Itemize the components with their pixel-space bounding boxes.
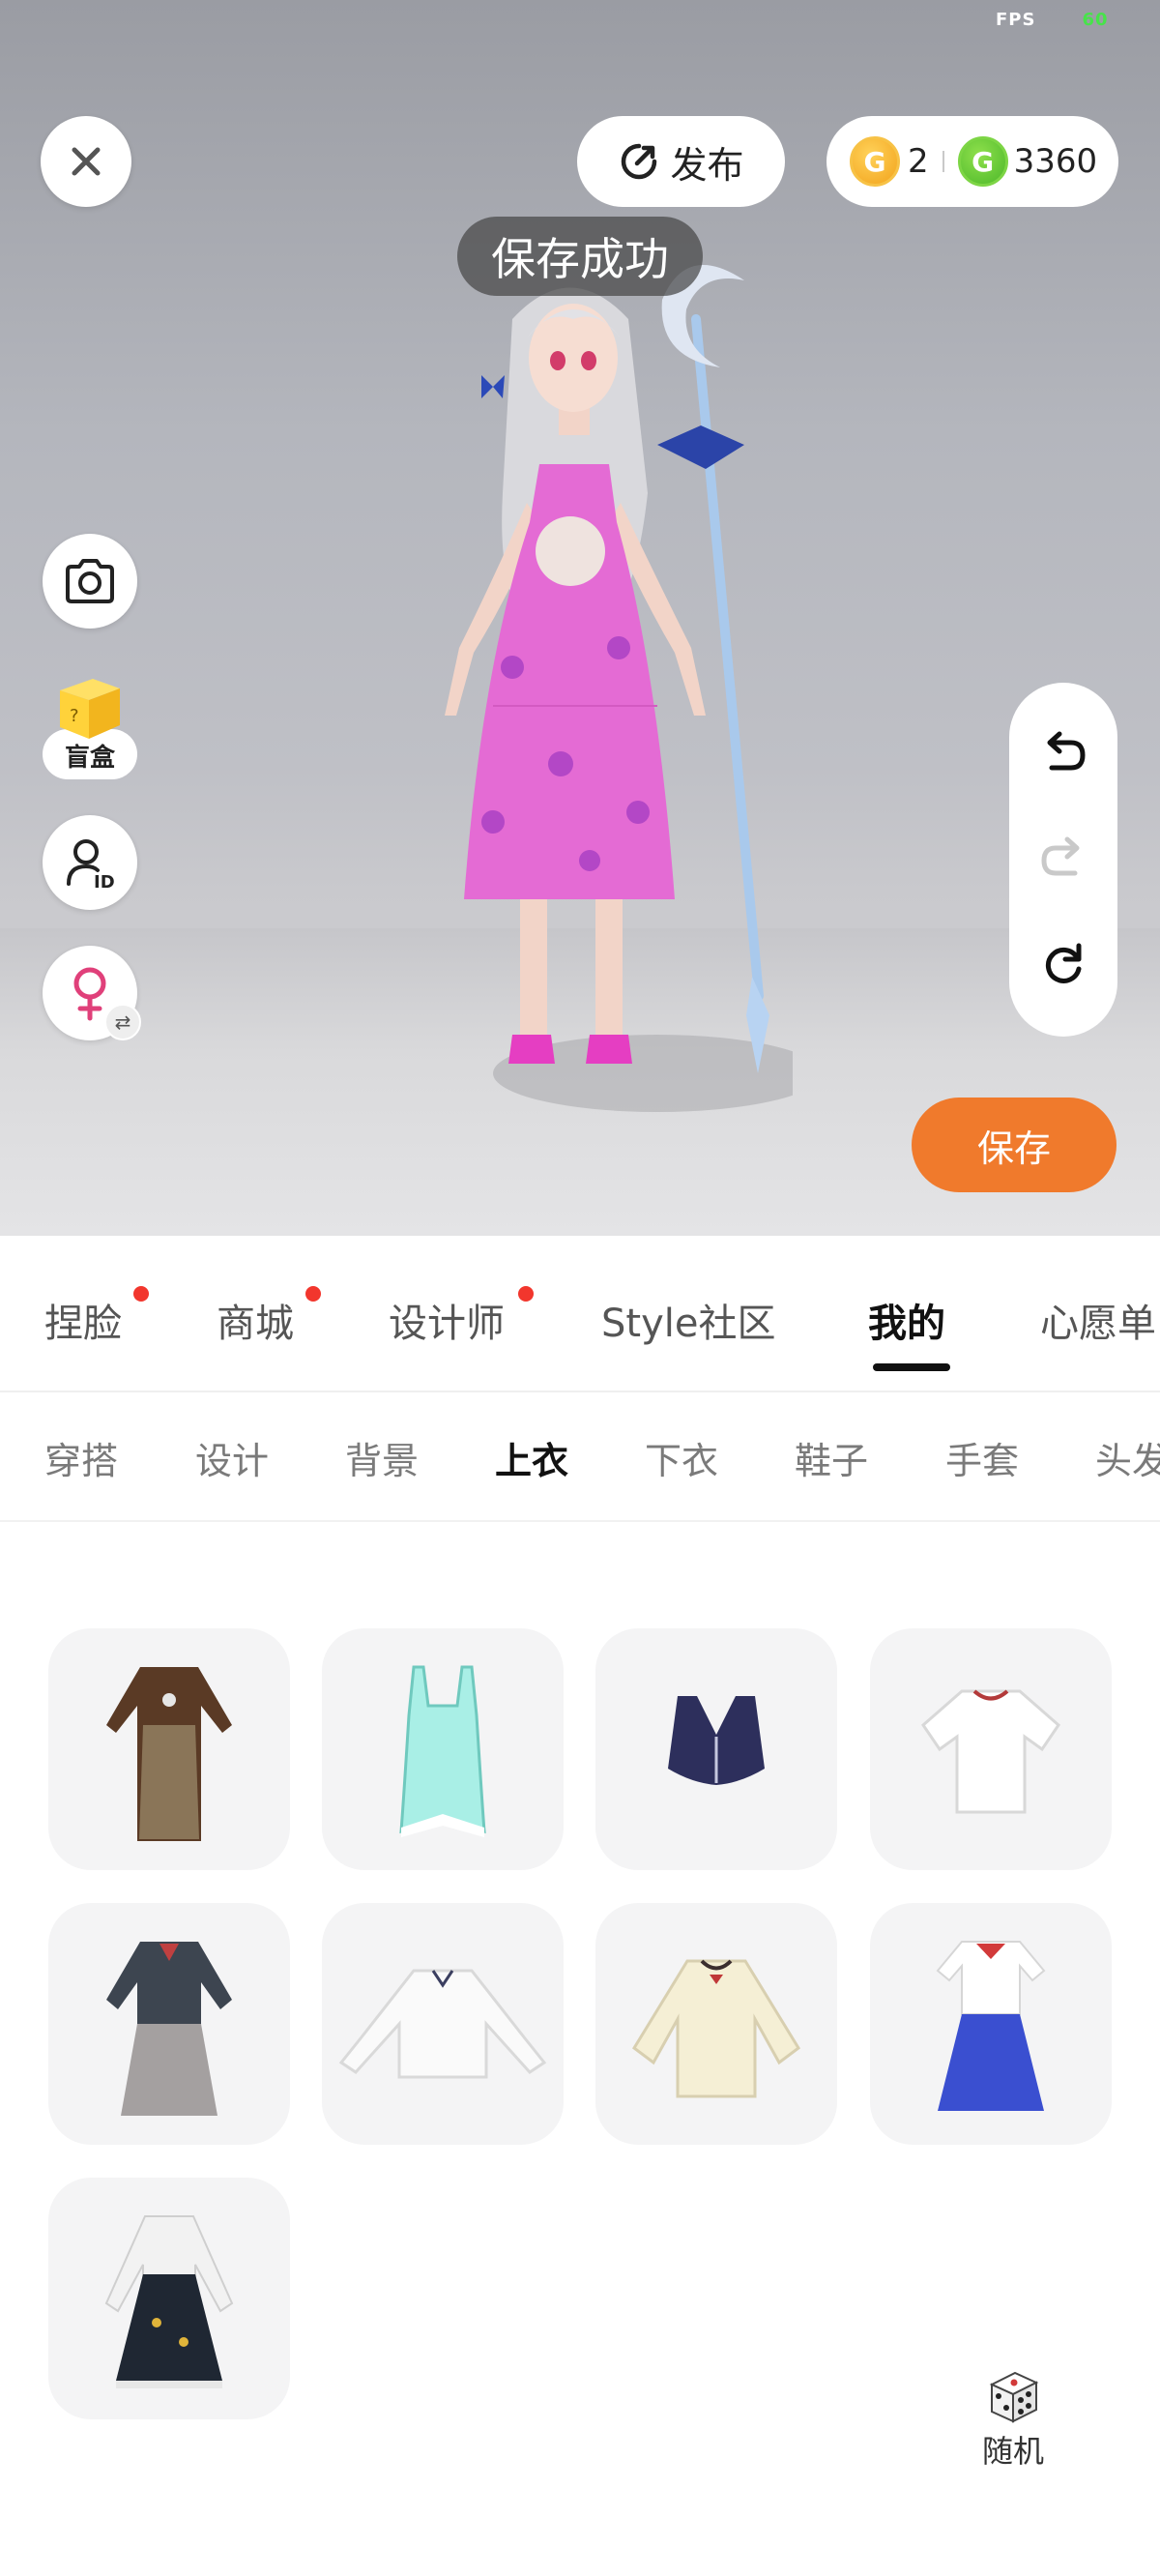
avatar-character[interactable] — [367, 261, 793, 1170]
close-button[interactable] — [41, 116, 131, 207]
currency-balance[interactable]: G 2 G 3360 — [826, 116, 1118, 207]
swap-icon: ⇄ — [104, 1004, 141, 1040]
user-id-icon: ID — [67, 839, 115, 890]
avatar-face — [529, 304, 618, 412]
save-success-toast: 保存成功 — [457, 217, 703, 296]
random-button[interactable]: 随机 — [967, 2367, 1059, 2474]
currency-divider — [942, 151, 944, 172]
clothing-item[interactable] — [48, 1903, 290, 2145]
gold-amount: 2 — [908, 142, 929, 181]
category-gloves[interactable]: 手套 — [945, 1431, 1019, 1484]
avatar-id-button[interactable]: ID — [43, 815, 137, 910]
reset-button[interactable] — [1030, 931, 1097, 999]
category-bottoms[interactable]: 下衣 — [645, 1431, 718, 1484]
history-controls — [1009, 683, 1117, 1037]
clothing-item[interactable] — [595, 1903, 837, 2145]
grey-school-uniform-icon — [106, 1942, 232, 2116]
svg-text:ID: ID — [94, 872, 115, 890]
camera-icon — [66, 559, 114, 603]
category-hair[interactable]: 头发 — [1095, 1431, 1160, 1484]
aqua-swimsuit-icon — [399, 1665, 486, 1837]
blue-sailor-dress-icon — [936, 1941, 1046, 2111]
camera-button[interactable] — [43, 534, 137, 629]
active-tab-indicator — [873, 1363, 950, 1371]
notification-badge — [305, 1286, 321, 1302]
tab-label: 商城 — [217, 1302, 294, 1346]
tab-label: 捏脸 — [44, 1302, 122, 1346]
navy-sports-bra-icon — [668, 1696, 765, 1785]
tab-wishlist[interactable]: 心愿单 — [1040, 1292, 1156, 1348]
cream-cardigan-icon — [632, 1959, 800, 2098]
random-label: 随机 — [981, 2433, 1044, 2470]
avatar-left-leg — [520, 899, 547, 1044]
main-tab-bar: 捏脸 商城 设计师 Style社区 我的 心愿单 — [0, 1236, 1160, 1392]
avatar-butterfly — [481, 375, 505, 398]
publish-button[interactable]: 发布 — [577, 116, 785, 207]
undo-icon — [1047, 731, 1086, 771]
category-tab-bar: 穿搭 设计 背景 上衣 下衣 鞋子 手套 头发 — [0, 1392, 1160, 1522]
save-button[interactable]: 保存 — [912, 1098, 1116, 1192]
avatar-left-eye — [550, 351, 566, 370]
category-outfits[interactable]: 穿搭 — [44, 1431, 118, 1484]
tab-designer[interactable]: 设计师 — [389, 1286, 534, 1348]
female-gender-icon — [73, 967, 106, 1021]
redo-button[interactable] — [1030, 826, 1097, 893]
avatar-staff — [691, 314, 764, 1001]
blind-box-icon: ? — [60, 679, 120, 739]
redo-icon — [1041, 836, 1080, 876]
clothing-item[interactable] — [322, 1628, 564, 1870]
clothing-item[interactable] — [48, 1628, 290, 1870]
clothing-item[interactable] — [322, 1903, 564, 2145]
white-blouse-icon — [338, 1969, 547, 2079]
tab-shop[interactable]: 商城 — [217, 1286, 321, 1348]
avatar-right-leg — [595, 899, 623, 1044]
dice-icon — [989, 2371, 1039, 2423]
clothing-item[interactable] — [870, 1628, 1112, 1870]
clothing-item[interactable] — [48, 2178, 290, 2419]
refresh-icon — [1045, 943, 1082, 983]
fps-label: FPS — [996, 10, 1036, 30]
fps-value: 60 — [1082, 10, 1109, 30]
green-coin-icon: G — [957, 136, 1008, 187]
tab-label: 心愿单 — [1040, 1302, 1156, 1346]
brown-apron-dress-icon — [106, 1667, 232, 1841]
notification-badge — [133, 1286, 149, 1302]
avatar-left-shoe — [508, 1035, 555, 1064]
category-design[interactable]: 设计 — [195, 1431, 269, 1484]
undo-button[interactable] — [1030, 720, 1097, 788]
category-background[interactable]: 背景 — [345, 1431, 419, 1484]
blind-box-label: 盲盒 — [64, 744, 115, 773]
tab-face-edit[interactable]: 捏脸 — [44, 1286, 149, 1348]
white-tshirt-icon — [921, 1689, 1060, 1814]
notification-badge — [518, 1286, 534, 1302]
gender-switch-button[interactable]: ⇄ — [43, 946, 141, 1040]
avatar-right-eye — [581, 351, 596, 370]
tab-label: 设计师 — [389, 1302, 505, 1346]
black-lolita-dress-icon — [104, 2215, 234, 2388]
tab-mine[interactable]: 我的 — [868, 1292, 945, 1348]
gold-coin-icon: G — [850, 136, 900, 187]
publish-label: 发布 — [670, 143, 744, 187]
green-amount: 3360 — [1013, 142, 1098, 181]
category-tops[interactable]: 上衣 — [495, 1431, 568, 1484]
avatar-staff-bow — [657, 425, 744, 469]
avatar-flower-brooch — [536, 516, 605, 586]
blind-box-button[interactable]: ? 盲盒 — [43, 667, 137, 779]
publish-icon — [622, 143, 657, 180]
avatar-right-shoe — [586, 1035, 632, 1064]
svg-text:?: ? — [70, 706, 79, 726]
tab-label: Style社区 — [601, 1302, 776, 1346]
clothing-item[interactable] — [870, 1903, 1112, 2145]
tab-style-community[interactable]: Style社区 — [601, 1292, 775, 1348]
clothing-item[interactable] — [595, 1628, 837, 1870]
avatar-preview-scene[interactable]: FPS 60 发布 G 2 G 3360 保存成功 ? 盲盒 ID ⇄ 保存 — [0, 0, 1160, 1236]
tab-label: 我的 — [868, 1302, 945, 1346]
category-shoes[interactable]: 鞋子 — [795, 1431, 868, 1484]
fps-counter: FPS 60 — [996, 10, 1109, 30]
close-icon — [72, 147, 101, 176]
